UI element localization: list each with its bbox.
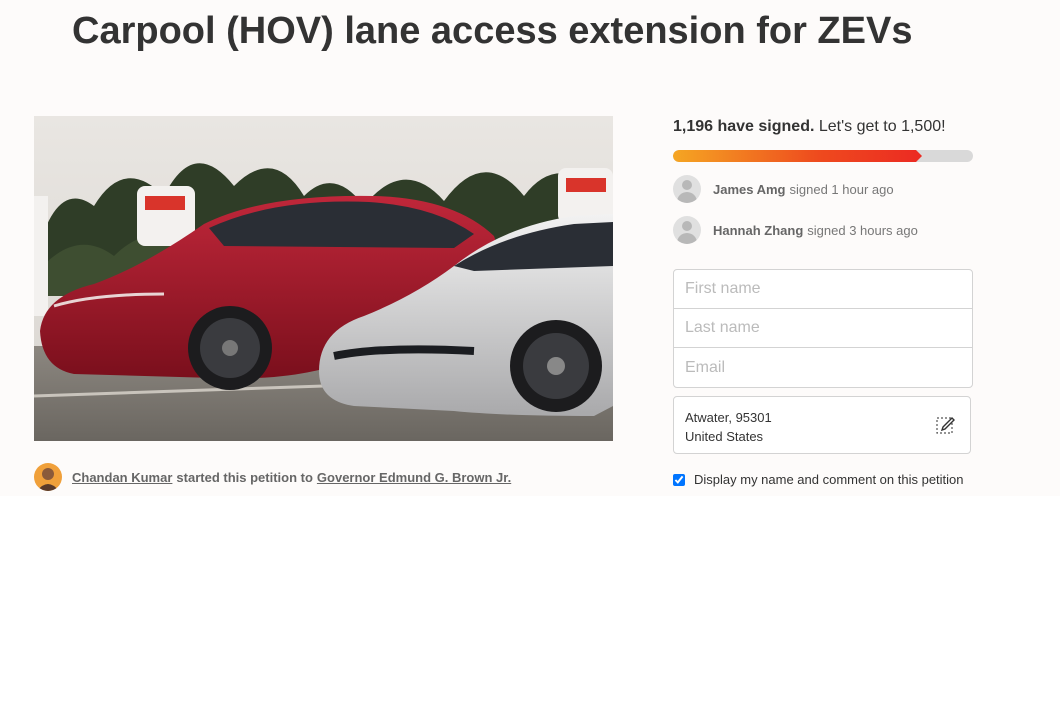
recent-signer: Hannah Zhang signed 3 hours ago — [673, 216, 918, 244]
signer-name: James Amg — [713, 181, 786, 197]
petition-hero-image — [34, 116, 613, 441]
address-city-zip: Atwater, 95301 — [685, 410, 772, 425]
email-field[interactable] — [674, 348, 972, 387]
first-name-field[interactable] — [674, 270, 972, 309]
display-name-label: Display my name and comment on this peti… — [694, 472, 964, 487]
starter-name-link[interactable]: Chandan Kumar — [72, 470, 172, 485]
display-name-option[interactable]: Display my name and comment on this peti… — [673, 472, 964, 487]
signer-details-form — [673, 269, 973, 388]
starter-avatar[interactable] — [34, 463, 62, 491]
petition-title: Carpool (HOV) lane access extension for … — [72, 10, 913, 52]
signature-count: 1,196 have signed. Let's get to 1,500! — [673, 118, 946, 136]
starter-verb: started this petition to — [176, 469, 313, 485]
signature-progress-bar — [673, 150, 973, 162]
petition-starter-line: Chandan Kumar started this petition to G… — [34, 462, 511, 492]
signature-progress-fill — [673, 150, 922, 162]
person-silhouette-icon — [673, 216, 701, 244]
address-country: United States — [685, 429, 764, 444]
recent-signer: James Amg signed 1 hour ago — [673, 175, 894, 203]
edit-pencil-icon[interactable] — [936, 414, 956, 434]
last-name-field[interactable] — [674, 309, 972, 348]
person-silhouette-icon — [673, 175, 701, 203]
signer-time: signed 3 hours ago — [807, 222, 918, 238]
petition-target-link[interactable]: Governor Edmund G. Brown Jr. — [317, 470, 511, 485]
signer-name: Hannah Zhang — [713, 222, 804, 238]
signature-goal-text: Let's get to 1,500! — [818, 118, 946, 135]
signer-time: signed 1 hour ago — [789, 181, 894, 197]
signed-count-text: 1,196 have signed. — [673, 118, 815, 135]
address-box[interactable]: Atwater, 95301 United States — [673, 396, 971, 454]
display-name-checkbox[interactable] — [673, 473, 685, 486]
